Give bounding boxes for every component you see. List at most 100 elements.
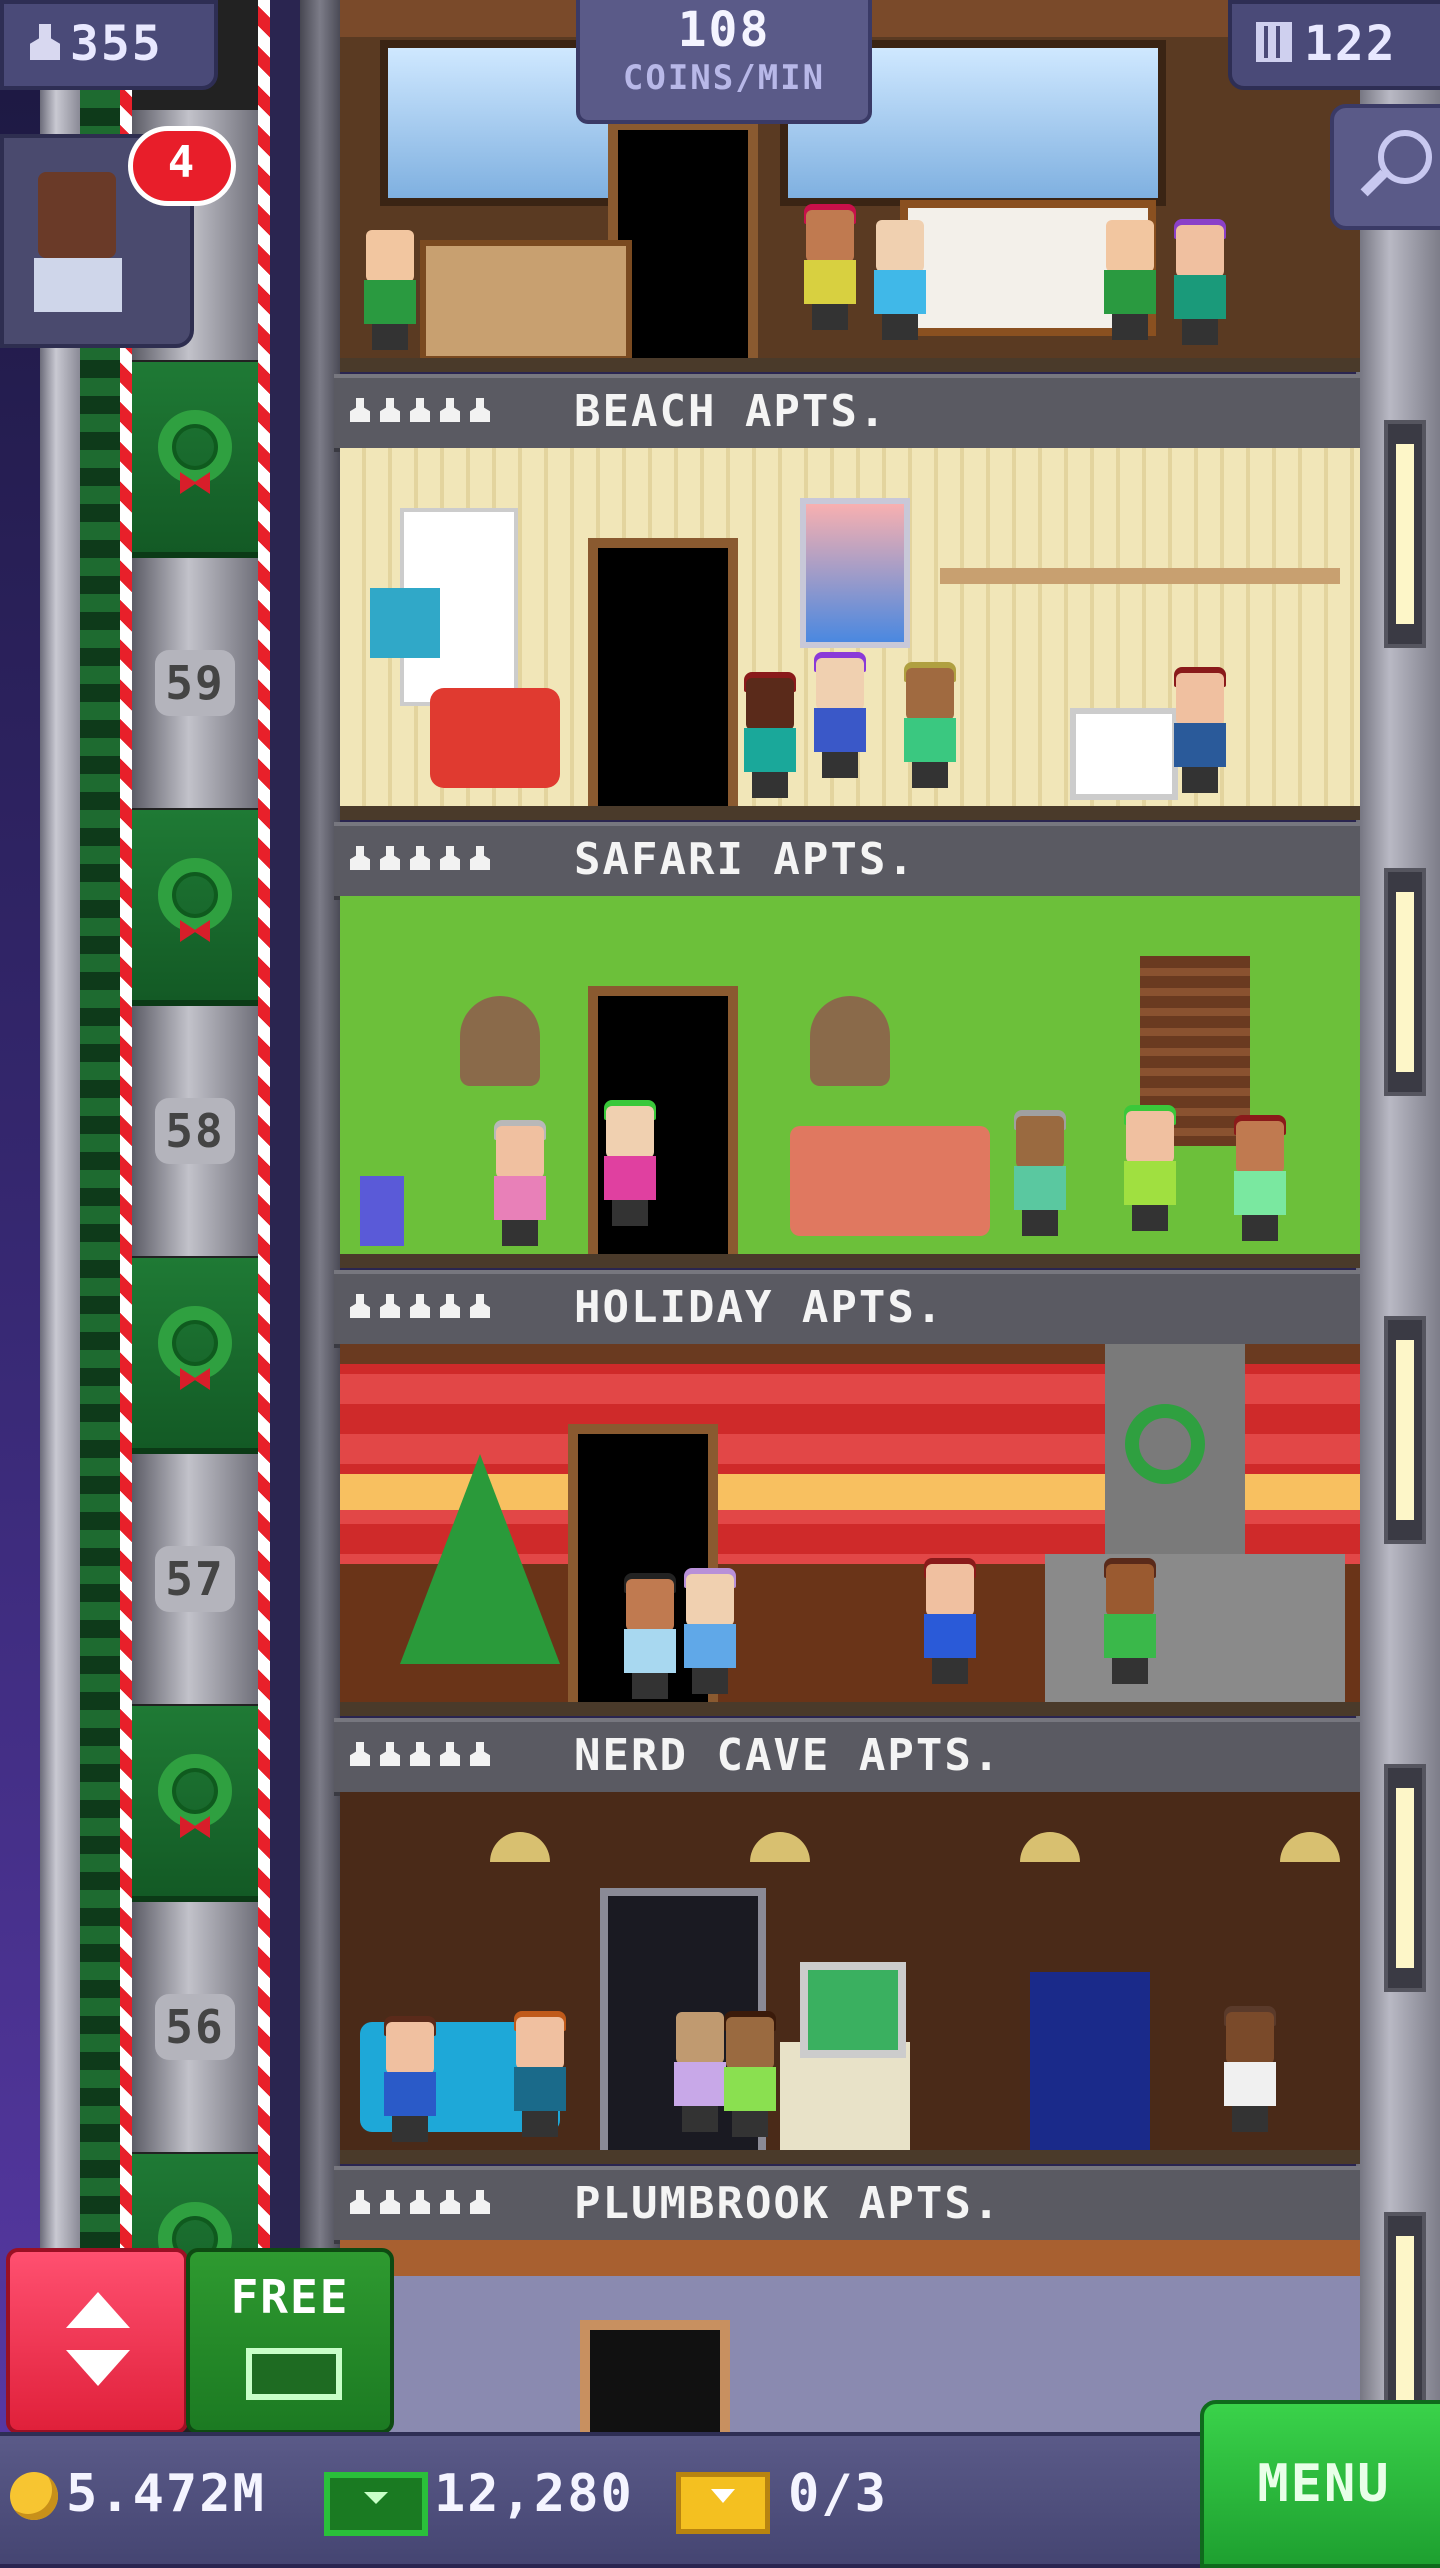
bookshelf (1070, 708, 1178, 800)
resident[interactable] (1120, 1105, 1180, 1231)
building-right-wall (1356, 0, 1440, 2560)
resident[interactable] (720, 2011, 780, 2137)
wreath-icon (158, 410, 232, 484)
wall-light (1384, 1316, 1426, 1544)
elevator-rail (40, 0, 80, 2560)
population-counter[interactable]: 355 (0, 0, 218, 90)
elevator-button[interactable] (6, 2248, 188, 2434)
fireplace (1045, 1554, 1345, 1716)
person-icon (350, 398, 370, 422)
person-icon (410, 398, 430, 422)
shaft-cell: 57 (132, 1258, 258, 1704)
floor-label-bar[interactable]: BEACH APTS. (334, 374, 1360, 452)
resident[interactable] (360, 230, 420, 350)
floor-name: BEACH APTS. (574, 386, 888, 437)
free-label: FREE (230, 2270, 350, 2324)
candy-cane-border-left (120, 0, 132, 2560)
ticket-icon (676, 2472, 770, 2534)
resident-slots (350, 398, 500, 428)
resident[interactable] (1170, 667, 1230, 793)
floor-label-bar[interactable]: SAFARI APTS. (334, 822, 1360, 900)
person-icon (410, 846, 430, 870)
person-icon (380, 398, 400, 422)
bux-icon (324, 2472, 428, 2536)
resident[interactable] (920, 1558, 980, 1684)
elevator-shaft[interactable]: 59 58 57 56 (120, 0, 270, 2560)
elevator-arrows-icon (66, 2292, 130, 2328)
free-bux-button[interactable]: FREE (186, 2248, 394, 2434)
floor-name: HOLIDAY APTS. (574, 1282, 945, 1333)
person-icon (30, 24, 60, 60)
visitor-count-badge: 4 (128, 126, 236, 206)
search-button[interactable] (1330, 104, 1440, 230)
monitor (800, 1962, 906, 2058)
bux-icon (246, 2348, 342, 2400)
floor-room-nerd-cave[interactable] (340, 1344, 1360, 1716)
floor-name: NERD CAVE APTS. (574, 1730, 1002, 1781)
resident[interactable] (380, 2016, 440, 2142)
person-icon (380, 1294, 400, 1318)
ceiling-lamp (1280, 1832, 1340, 1862)
floor-slab (340, 2150, 1360, 2164)
resident-slots (350, 846, 500, 876)
elevator-floor-number: 59 (155, 650, 235, 716)
floor-slab (340, 806, 1360, 820)
resident[interactable] (1170, 219, 1230, 345)
coins-per-min-value: 108 (677, 2, 771, 58)
floor-room-holiday[interactable] (340, 896, 1360, 1268)
sofa (420, 240, 632, 362)
person-icon (350, 2190, 370, 2214)
resident[interactable] (1100, 220, 1160, 340)
person-icon (410, 2190, 430, 2214)
person-icon (470, 1742, 490, 1766)
floor-room-safari[interactable] (340, 448, 1360, 820)
door (588, 538, 738, 820)
resident[interactable] (680, 1568, 740, 1694)
resident[interactable] (620, 1573, 680, 1699)
resident[interactable] (510, 2011, 570, 2137)
plant-pot (360, 1176, 404, 1246)
wreath-icon (1125, 1404, 1205, 1484)
menu-button[interactable]: MENU (1200, 2400, 1440, 2568)
shaft-wreath-segment (132, 1258, 258, 1454)
resident[interactable] (810, 652, 870, 778)
person-icon (440, 1294, 460, 1318)
floor-label-bar[interactable]: HOLIDAY APTS. (334, 1270, 1360, 1348)
floor-slab (340, 1254, 1360, 1268)
visitor-avatar (38, 172, 116, 258)
resident[interactable] (1220, 2006, 1280, 2132)
resident[interactable] (600, 1100, 660, 1226)
person-icon (440, 398, 460, 422)
shaft-wreath-segment (132, 810, 258, 1006)
resident[interactable] (490, 1120, 550, 1246)
floor-name: SAFARI APTS. (574, 834, 916, 885)
person-icon (380, 1742, 400, 1766)
candy-cane-border-right (258, 0, 270, 2560)
resident[interactable] (1010, 1110, 1070, 1236)
coin-icon (10, 2472, 58, 2520)
person-icon (410, 1294, 430, 1318)
shaft-floor-segment: 59 (132, 558, 258, 808)
tickets-value: 0/3 (788, 2464, 888, 2524)
bux-value: 12,280 (434, 2464, 634, 2524)
resident[interactable] (870, 220, 930, 340)
resident[interactable] (740, 672, 800, 798)
floor-label-bar[interactable]: NERD CAVE APTS. (334, 1718, 1360, 1796)
shaft-floor-segment: 58 (132, 1006, 258, 1256)
person-icon (470, 398, 490, 422)
wall-light (1384, 868, 1426, 1096)
floor-slab (340, 1702, 1360, 1716)
floor-label-bar[interactable]: PLUMBROOK APTS. (334, 2166, 1360, 2244)
tribal-mask (810, 996, 890, 1086)
resident[interactable] (1230, 1115, 1290, 1241)
elevator-shaft-frame (80, 0, 120, 2560)
floor-counter[interactable]: 122 (1228, 0, 1440, 90)
person-icon (440, 2190, 460, 2214)
shaft-cell: 56 (132, 1706, 258, 2152)
floor-room-plumbrook[interactable] (340, 1792, 1360, 2164)
resident[interactable] (800, 204, 860, 330)
resident[interactable] (900, 662, 960, 788)
resident-slots (350, 1294, 500, 1324)
door (580, 2320, 730, 2440)
resident[interactable] (1100, 1558, 1160, 1684)
